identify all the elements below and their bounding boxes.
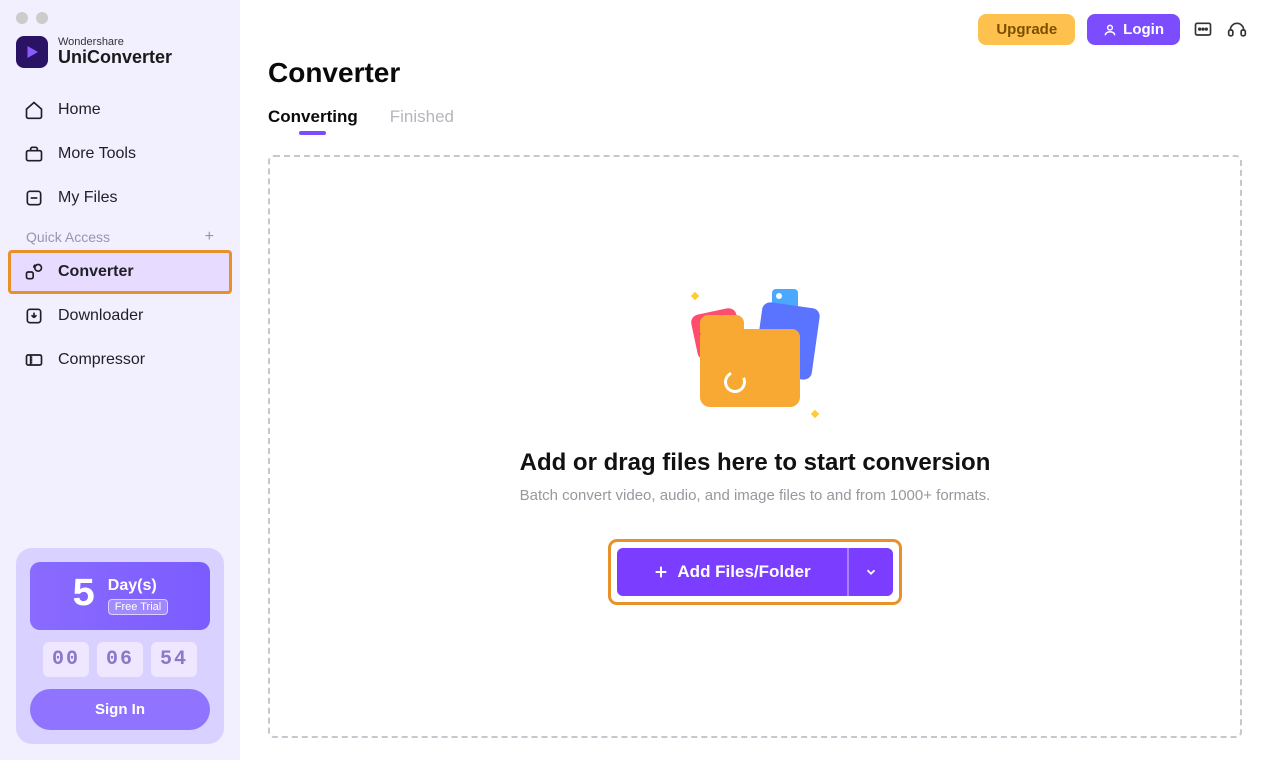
dropzone-subtitle: Batch convert video, audio, and image fi… <box>520 487 991 504</box>
sidebar-item-downloader[interactable]: Downloader <box>8 294 232 338</box>
files-icon <box>24 188 44 208</box>
countdown-seconds: 54 <box>151 642 197 677</box>
add-files-button[interactable]: Add Files/Folder <box>617 548 846 596</box>
topbar: Upgrade Login <box>240 0 1270 45</box>
trial-banner: 5 Day(s) Free Trial <box>30 562 210 630</box>
primary-nav: Home More Tools My Files Quick Access + <box>0 82 240 382</box>
home-icon <box>24 100 44 120</box>
window-controls <box>0 0 240 28</box>
brand-text: Wondershare UniConverter <box>58 37 172 68</box>
toolbox-icon <box>24 144 44 164</box>
feedback-icon[interactable] <box>1192 19 1214 41</box>
trial-countdown: 00 06 54 <box>30 642 210 677</box>
sidebar-item-home[interactable]: Home <box>8 88 232 132</box>
sidebar-item-label: Home <box>58 101 101 119</box>
trial-labels: Day(s) Free Trial <box>108 577 168 615</box>
sidebar-item-label: Downloader <box>58 307 143 325</box>
quick-access-label: Quick Access <box>26 229 110 245</box>
sidebar-item-my-files[interactable]: My Files <box>8 176 232 220</box>
folder-icon <box>700 329 800 407</box>
brand-top: Wondershare <box>58 37 172 48</box>
signin-button[interactable]: Sign In <box>30 689 210 730</box>
countdown-minutes: 06 <box>97 642 143 677</box>
brand-logo-icon <box>16 36 48 68</box>
sidebar-item-label: More Tools <box>58 145 136 163</box>
sidebar: Wondershare UniConverter Home More Tools <box>0 0 240 760</box>
sidebar-item-label: My Files <box>58 189 118 207</box>
tab-converting[interactable]: Converting <box>268 107 358 133</box>
sidebar-item-label: Converter <box>58 263 134 281</box>
trial-days-label: Day(s) <box>108 577 168 595</box>
page-title: Converter <box>268 57 1242 89</box>
app-root: Wondershare UniConverter Home More Tools <box>0 0 1270 760</box>
refresh-icon <box>721 368 749 396</box>
add-files-button-group: Add Files/Folder <box>611 542 898 602</box>
trial-free-badge: Free Trial <box>108 599 168 615</box>
plus-icon <box>653 564 669 580</box>
support-icon[interactable] <box>1226 19 1248 41</box>
compressor-icon <box>24 350 44 370</box>
countdown-hours: 00 <box>43 642 89 677</box>
add-quick-access-button[interactable]: + <box>205 228 214 246</box>
trial-card: 5 Day(s) Free Trial 00 06 54 Sign In <box>16 548 224 744</box>
tabs: Converting Finished <box>268 107 1242 133</box>
downloader-icon <box>24 306 44 326</box>
user-icon <box>1103 23 1117 37</box>
quick-access-header: Quick Access + <box>8 220 232 250</box>
sidebar-item-converter[interactable]: Converter <box>8 250 232 294</box>
brand: Wondershare UniConverter <box>0 28 240 82</box>
login-button[interactable]: Login <box>1087 14 1180 45</box>
add-files-dropdown-button[interactable] <box>847 548 893 596</box>
window-min-dot[interactable] <box>36 12 48 24</box>
brand-bottom: UniConverter <box>58 48 172 68</box>
add-files-label: Add Files/Folder <box>677 562 810 582</box>
dropzone-illustration: ♪ <box>690 291 820 421</box>
dropzone[interactable]: ♪ Add or drag files here to start conver… <box>268 155 1242 738</box>
content: Converter Converting Finished ♪ <box>240 45 1270 760</box>
tab-finished[interactable]: Finished <box>390 107 454 133</box>
sidebar-item-compressor[interactable]: Compressor <box>8 338 232 382</box>
main-area: Upgrade Login Converter Converting Finis… <box>240 0 1270 760</box>
upgrade-button[interactable]: Upgrade <box>978 14 1075 45</box>
window-close-dot[interactable] <box>16 12 28 24</box>
chevron-down-icon <box>864 565 878 579</box>
dropzone-title: Add or drag files here to start conversi… <box>520 449 991 477</box>
sidebar-item-label: Compressor <box>58 351 145 369</box>
trial-days-count: 5 <box>72 576 96 616</box>
converter-icon <box>24 262 44 282</box>
login-label: Login <box>1123 21 1164 38</box>
sidebar-item-more-tools[interactable]: More Tools <box>8 132 232 176</box>
